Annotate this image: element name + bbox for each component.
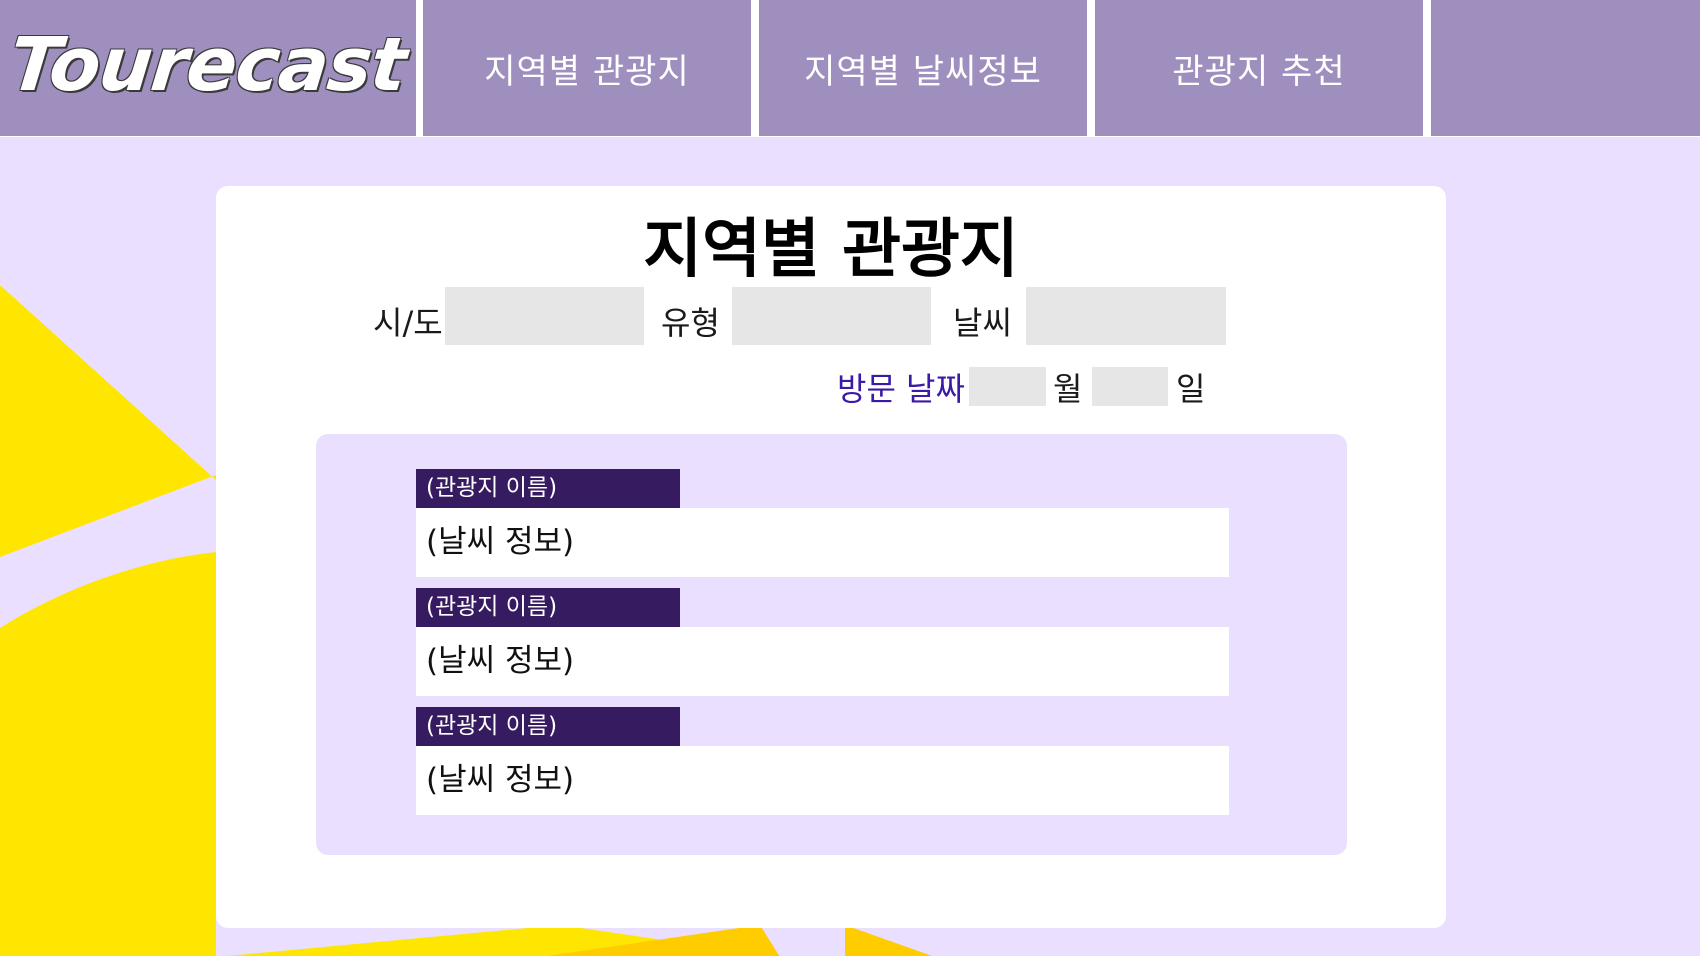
visit-month-input[interactable] [969,367,1046,406]
nav-tab-recommendation[interactable]: 관광지 추천 [1095,0,1423,136]
nav-tab-regional-weather[interactable]: 지역별 날씨정보 [759,0,1087,136]
sido-input[interactable] [445,287,644,345]
results-panel: (관광지 이름) (날씨 정보) (관광지 이름) (날씨 정보) (관광지 이… [316,434,1347,855]
attraction-weather: (날씨 정보) [416,746,1229,815]
nav-tab-empty[interactable] [1431,0,1700,136]
type-input[interactable] [732,287,931,345]
weather-label: 날씨 [953,304,1012,342]
visit-day-input[interactable] [1092,367,1168,406]
attraction-name: (관광지 이름) [416,707,680,746]
visit-date-label: 방문 날짜 [837,370,965,408]
attraction-name: (관광지 이름) [416,469,680,508]
day-unit: 일 [1176,370,1206,408]
nav-tab-label: 관광지 추천 [1172,51,1346,92]
nav-tab-regional-attractions[interactable]: 지역별 관광지 [423,0,751,136]
attraction-name: (관광지 이름) [416,588,680,627]
logo-text: Tourecast [5,22,411,108]
page-title: 지역별 관광지 [643,213,1019,287]
top-navigation: Tourecast 지역별 관광지 지역별 날씨정보 관광지 추천 [0,0,1700,137]
month-unit: 월 [1053,370,1083,408]
weather-input[interactable] [1026,287,1226,345]
type-label: 유형 [661,304,720,342]
attraction-weather: (날씨 정보) [416,508,1229,577]
main-card: 지역별 관광지 시/도 유형 날씨 방문 날짜 월 일 (관광지 이름) (날씨… [216,186,1446,928]
sido-label: 시/도 [373,304,443,342]
attraction-weather: (날씨 정보) [416,627,1229,696]
logo[interactable]: Tourecast [0,0,416,136]
nav-tab-label: 지역별 관광지 [484,51,690,92]
nav-tab-label: 지역별 날씨정보 [804,51,1042,92]
